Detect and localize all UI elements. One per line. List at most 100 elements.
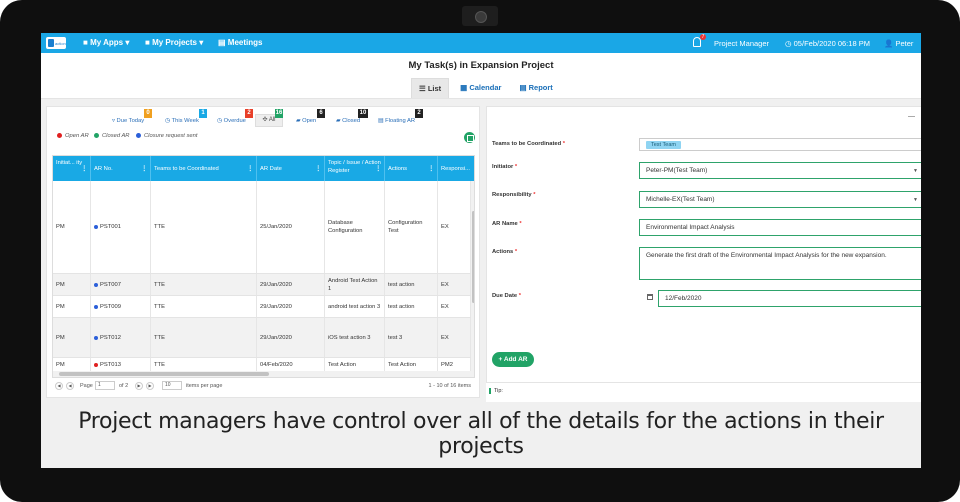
ar-name-label: AR Name * <box>492 221 522 227</box>
ar-list-panel: ▿ Due Today 0 ◷ This Week 1 ◷ Overdue 2 … <box>46 106 480 398</box>
page-size-select[interactable]: 10 <box>162 381 182 390</box>
team-tag[interactable]: Test Team <box>646 140 681 149</box>
grid-header: Initiat... ity ⋮ AR No. ⋮ Teams to be Coor… <box>53 156 474 181</box>
cell-team: TTE <box>151 318 257 357</box>
due-today-count: 0 <box>144 109 152 118</box>
calendar-icon[interactable] <box>647 294 653 300</box>
tab-calendar[interactable]: ▦ Calendar <box>453 78 508 98</box>
col-ar-no[interactable]: AR No. ⋮ <box>91 156 151 181</box>
filter-floating[interactable]: ▤ Floating AR <box>378 118 415 124</box>
cell-resp: EX <box>438 318 471 357</box>
cell-date: 25/Jan/2020 <box>257 181 325 273</box>
last-page-icon[interactable]: ▶ <box>146 382 154 390</box>
add-ar-button[interactable]: + Add AR <box>492 352 534 367</box>
pager-summary: 1 - 10 of 16 items <box>428 383 472 389</box>
cell-ar-no[interactable]: PST013 <box>91 358 151 371</box>
col-responsibility[interactable]: Responsi... <box>438 156 474 181</box>
ar-grid: Initiat... ity ⋮ AR No. ⋮ Teams to be Coor… <box>52 155 475 378</box>
closed-count: 10 <box>358 109 368 118</box>
ar-form-panel: — Teams to be Coordinated * Test Team In… <box>486 106 921 398</box>
role-label[interactable]: Project Manager <box>714 39 769 48</box>
filter-due-today[interactable]: ▿ Due Today <box>112 118 144 124</box>
cell-team: TTE <box>151 296 257 317</box>
col-initiator[interactable]: Initiat... ity ⋮ <box>53 156 91 181</box>
cell-date: 29/Jan/2020 <box>257 296 325 317</box>
nav-meetings[interactable]: ▤ Meetings <box>218 38 262 47</box>
cell-date: 29/Jan/2020 <box>257 318 325 357</box>
col-topic[interactable]: Topic / Issue / Action Register ⋮ <box>325 156 385 181</box>
cell-action: Configuration Test <box>385 181 438 273</box>
tab-list[interactable]: ☰ List <box>411 78 450 98</box>
cell-resp: EX <box>438 296 471 317</box>
cell-resp: EX <box>438 274 471 295</box>
prev-page-icon[interactable]: ◀ <box>66 382 74 390</box>
table-row[interactable]: PM PST001 TTE 25/Jan/2020 Database Confi… <box>53 181 471 274</box>
next-page-icon[interactable]: ▶ <box>135 382 143 390</box>
ar-name-input[interactable]: Environmental Impact Analysis <box>639 219 921 236</box>
initiator-label: Initiator * <box>492 164 518 170</box>
cell-date: 04/Feb/2020 <box>257 358 325 371</box>
tip-bar: Tip: <box>486 382 921 402</box>
this-week-count: 1 <box>199 109 207 118</box>
cell-action: test 3 <box>385 318 438 357</box>
grid-horizontal-scrollbar[interactable] <box>53 371 471 377</box>
cell-topic: iOS test action 3 <box>325 318 385 357</box>
cell-ar-no[interactable]: PST009 <box>91 296 151 317</box>
page-input[interactable]: 1 <box>95 381 115 390</box>
tab-report[interactable]: ▤ Report <box>512 78 559 98</box>
cell-team: TTE <box>151 274 257 295</box>
divider <box>41 98 921 99</box>
cell-ar-no[interactable]: PST001 <box>91 181 151 273</box>
cell-ar-no[interactable]: PST012 <box>91 318 151 357</box>
legend-open-ar: Open AR <box>57 133 89 139</box>
col-ar-date[interactable]: AR Date ⋮ <box>257 156 325 181</box>
cell-initiator: PM <box>53 181 91 273</box>
page-title: My Task(s) in Expansion Project <box>408 60 554 71</box>
filter-this-week[interactable]: ◷ This Week <box>165 118 199 124</box>
first-page-icon[interactable]: ◀ <box>55 382 63 390</box>
camera-icon <box>462 6 498 26</box>
col-teams[interactable]: Teams to be Coordinated ⋮ <box>151 156 257 181</box>
filter-closed[interactable]: ▰ Closed <box>336 118 360 124</box>
cell-initiator: PM <box>53 318 91 357</box>
due-date-label: Due Date * <box>492 293 522 299</box>
nav-my-apps[interactable]: ■ My Apps ▾ <box>83 38 129 47</box>
caption: Project managers have control over all o… <box>78 409 884 459</box>
app-logo[interactable]: action <box>46 37 66 49</box>
filter-overdue[interactable]: ◷ Overdue <box>217 118 246 124</box>
table-row[interactable]: PM PST009 TTE 29/Jan/2020 android test a… <box>53 296 471 318</box>
cell-date: 29/Jan/2020 <box>257 274 325 295</box>
col-actions[interactable]: Actions ⋮ <box>385 156 438 181</box>
table-row[interactable]: PM PST012 TTE 29/Jan/2020 iOS test actio… <box>53 318 471 358</box>
cell-action: test action <box>385 296 438 317</box>
overdue-count: 2 <box>245 109 253 118</box>
all-count: 16 <box>275 109 283 118</box>
collapse-icon[interactable]: — <box>908 113 915 120</box>
due-date-input[interactable]: 12/Feb/2020 <box>658 290 921 307</box>
cell-initiator: PM <box>53 274 91 295</box>
nav-my-projects[interactable]: ■ My Projects ▾ <box>145 38 203 47</box>
tip-label: Tip: <box>489 388 503 394</box>
initiator-select[interactable]: Peter-PM(Test Team) ▼ <box>639 162 921 179</box>
excel-export-icon[interactable] <box>464 132 475 143</box>
grid-vertical-scrollbar[interactable] <box>471 181 474 377</box>
table-row[interactable]: PM PST013 TTE 04/Feb/2020 Test Action Te… <box>53 358 471 372</box>
cell-topic: Database Configuration <box>325 181 385 273</box>
cell-ar-no[interactable]: PST007 <box>91 274 151 295</box>
responsibility-select[interactable]: Michelle-EX(Test Team) ▼ <box>639 191 921 208</box>
legend-closed-ar: Closed AR <box>94 133 130 139</box>
cell-topic: Test Action <box>325 358 385 371</box>
cell-initiator: PM <box>53 296 91 317</box>
actions-textarea[interactable]: Generate the first draft of the Environm… <box>639 247 921 280</box>
actions-label: Actions * <box>492 249 518 255</box>
datetime-display: ◷ 05/Feb/2020 06:18 PM <box>785 39 870 48</box>
table-row[interactable]: PM PST007 TTE 29/Jan/2020 Android Test A… <box>53 274 471 296</box>
responsibility-label: Responsibility * <box>492 192 536 198</box>
teams-field[interactable]: Test Team <box>639 138 921 151</box>
view-tabs: ☰ List ▦ Calendar ▤ Report <box>411 78 560 98</box>
user-menu[interactable]: 👤 Peter <box>884 39 913 48</box>
chevron-down-icon: ▼ <box>913 197 918 203</box>
cell-resp: PM2 <box>438 358 471 371</box>
cell-team: TTE <box>151 358 257 371</box>
filter-open[interactable]: ▰ Open <box>296 118 316 124</box>
